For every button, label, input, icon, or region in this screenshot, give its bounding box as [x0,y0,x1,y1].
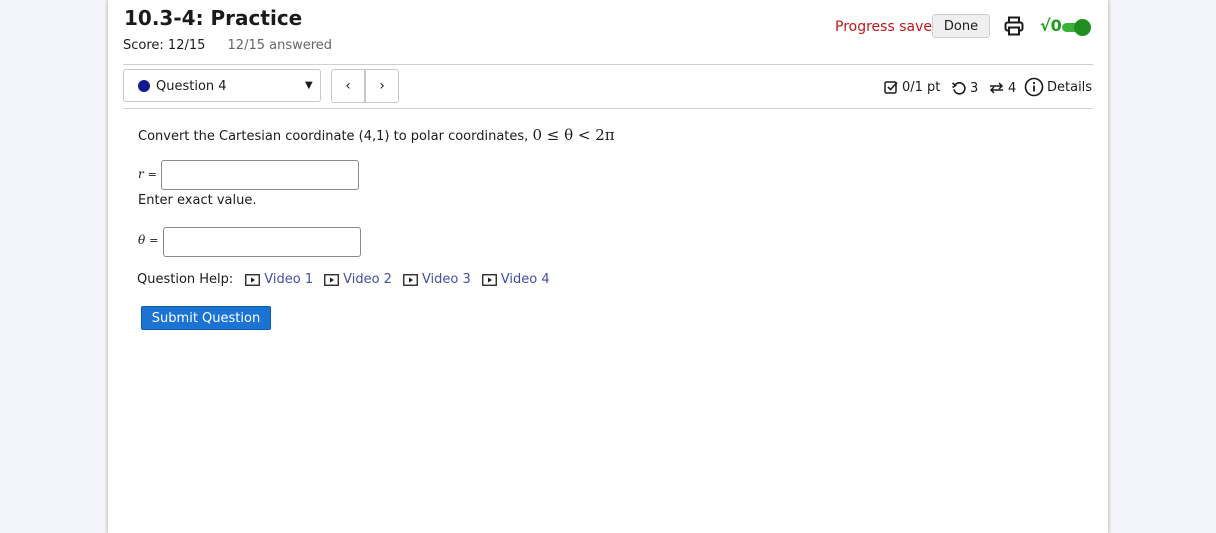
info-icon [1024,77,1044,97]
attempts-icon [989,82,1004,94]
video-2-label: Video 2 [343,272,392,287]
next-question-button[interactable]: › [365,69,399,103]
assignment-panel: 10.3-4: Practice Score: 12/15 12/15 answ… [108,0,1108,533]
print-icon[interactable] [1003,15,1025,37]
question-text: Convert the Cartesian coordinate (4,1) t… [138,129,529,144]
header-divider [123,64,1093,65]
answered-count: 12/15 answered [227,38,333,53]
video-4-link[interactable]: Video 4 [481,272,550,287]
retries-count: 3 [970,80,979,96]
angle-constraint: 0 ≤ θ < 2π [532,126,615,144]
theta-symbol: θ [138,233,146,247]
r-equals: = [147,168,157,181]
r-input[interactable] [161,160,359,190]
question-select-label: Question 4 [156,79,227,94]
attempts-count: 4 [1008,80,1017,96]
points-text: 0/1 pt [902,80,941,95]
video-3-label: Video 3 [421,272,471,287]
toggle-knob [1074,19,1091,36]
toolbar-divider [123,108,1093,109]
question-prompt: Convert the Cartesian coordinate (4,1) t… [138,126,615,144]
play-icon [324,273,340,286]
play-icon [403,273,418,286]
sqrt-icon: √0 [1040,16,1062,35]
video-3-link[interactable]: Video 3 [403,272,471,287]
question-select[interactable]: Question 4 ▼ [123,69,321,102]
page-title: 10.3-4: Practice [124,6,303,30]
points-indicator: 0/1 pt [884,80,940,95]
progress-status: Progress saved [835,19,941,35]
chevron-down-icon: ▼ [305,80,313,91]
question-help: Question Help: Video 1 Video 2 Video 3 V… [137,272,561,287]
checkbox-icon [884,81,898,94]
play-icon [245,273,261,286]
question-status-dot [138,80,150,92]
theta-input[interactable] [163,227,361,257]
attempts-indicator: 4 [988,80,1016,96]
video-2-link[interactable]: Video 2 [324,272,392,287]
details-label: Details [1047,79,1093,95]
previous-question-button[interactable]: ‹ [331,69,365,103]
math-entry-toggle[interactable]: √0 [1040,14,1092,40]
r-symbol: r [138,167,144,181]
r-label: r = [138,167,157,181]
video-1-label: Video 1 [264,272,314,287]
video-1-link[interactable]: Video 1 [245,272,313,287]
submit-question-button[interactable]: Submit Question [141,306,271,330]
video-4-label: Video 4 [500,272,550,287]
details-button[interactable]: Details [1024,77,1092,97]
exact-value-hint: Enter exact value. [138,193,257,208]
score-text: Score: 12/15 [123,38,206,53]
theta-equals: = [149,234,159,247]
done-button[interactable]: Done [932,14,990,38]
question-help-label: Question Help: [137,272,234,287]
retries-indicator: 3 [951,80,978,96]
play-icon [481,273,497,286]
theta-label: θ = [138,233,158,247]
retry-icon [951,82,966,95]
score-summary: Score: 12/15 12/15 answered [123,38,332,53]
